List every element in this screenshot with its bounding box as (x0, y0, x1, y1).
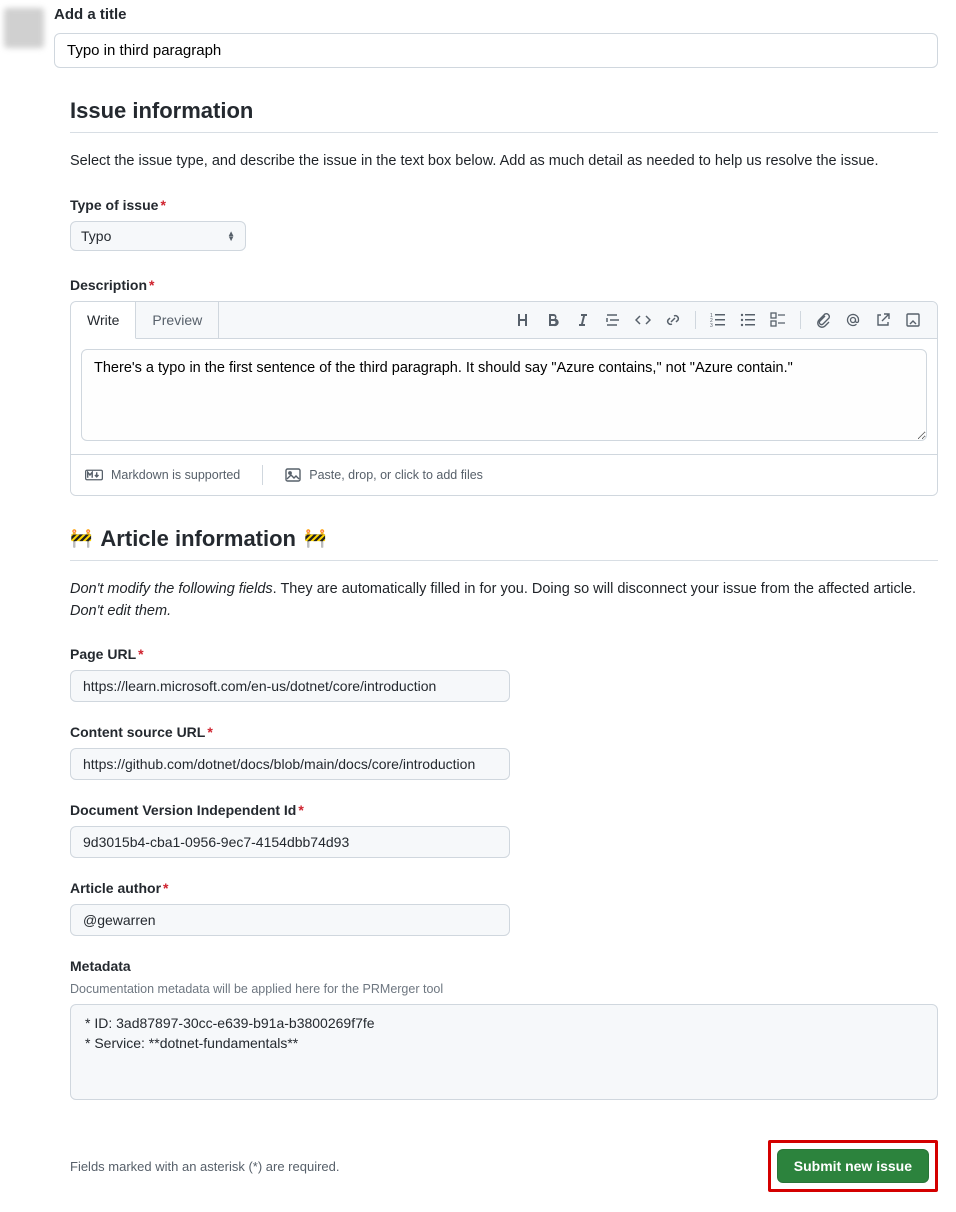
chevron-updown-icon: ▲▼ (227, 231, 235, 241)
link-icon[interactable] (659, 306, 687, 334)
description-textarea[interactable] (81, 349, 927, 441)
construction-icon: 🚧 (70, 528, 92, 549)
markdown-supported-link[interactable]: Markdown is supported (85, 468, 240, 482)
mention-icon[interactable] (839, 306, 867, 334)
unordered-list-icon[interactable] (734, 306, 762, 334)
tab-preview[interactable]: Preview (136, 302, 219, 338)
metadata-line: * ID: 3ad87897-30cc-e639-b91a-b3800269f7… (85, 1015, 923, 1031)
doc-id-input[interactable] (70, 826, 510, 858)
heading-icon[interactable] (509, 306, 537, 334)
doc-id-label: Document Version Independent Id* (70, 802, 938, 818)
description-editor: Write Preview 123 (70, 301, 938, 496)
metadata-hint: Documentation metadata will be applied h… (70, 982, 938, 996)
metadata-textarea[interactable]: * ID: 3ad87897-30cc-e639-b91a-b3800269f7… (70, 1004, 938, 1100)
title-input[interactable] (54, 33, 938, 68)
image-icon (285, 468, 301, 482)
markdown-icon (85, 469, 103, 481)
type-of-issue-select[interactable]: Typo ▲▼ (70, 221, 246, 251)
quote-icon[interactable] (599, 306, 627, 334)
page-url-input[interactable] (70, 670, 510, 702)
author-input[interactable] (70, 904, 510, 936)
svg-text:3: 3 (710, 323, 713, 328)
content-source-url-input[interactable] (70, 748, 510, 780)
cross-reference-icon[interactable] (869, 306, 897, 334)
title-label: Add a title (54, 6, 938, 23)
italic-icon[interactable] (569, 306, 597, 334)
code-icon[interactable] (629, 306, 657, 334)
avatar (4, 8, 44, 48)
description-label: Description* (70, 277, 938, 293)
ordered-list-icon[interactable]: 123 (704, 306, 732, 334)
content-source-url-label: Content source URL* (70, 724, 938, 740)
issue-info-description: Select the issue type, and describe the … (70, 151, 938, 173)
bold-icon[interactable] (539, 306, 567, 334)
metadata-label: Metadata (70, 958, 938, 974)
task-list-icon[interactable] (764, 306, 792, 334)
tab-write[interactable]: Write (71, 302, 136, 339)
required-note: Fields marked with an asterisk (*) are r… (70, 1159, 340, 1174)
article-info-note: Don't modify the following fields. They … (70, 579, 938, 623)
attach-icon[interactable] (809, 306, 837, 334)
saved-replies-icon[interactable] (899, 306, 927, 334)
page-url-label: Page URL* (70, 646, 938, 662)
submit-highlight: Submit new issue (768, 1140, 938, 1192)
article-info-heading: 🚧 Article information 🚧 (70, 526, 938, 552)
author-label: Article author* (70, 880, 938, 896)
type-of-issue-label: Type of issue* (70, 197, 938, 213)
metadata-line: * Service: **dotnet-fundamentals** (85, 1035, 923, 1051)
submit-button[interactable]: Submit new issue (777, 1149, 929, 1183)
construction-icon: 🚧 (304, 528, 326, 549)
issue-info-heading: Issue information (70, 98, 938, 124)
attach-files-link[interactable]: Paste, drop, or click to add files (285, 468, 483, 482)
